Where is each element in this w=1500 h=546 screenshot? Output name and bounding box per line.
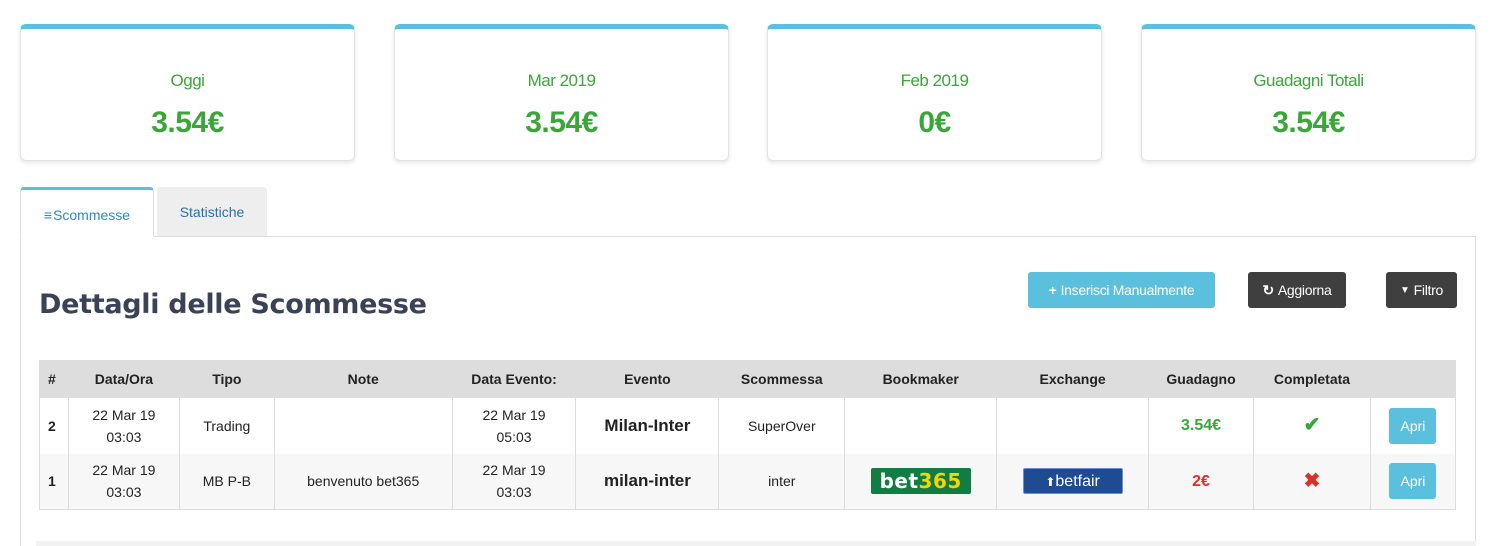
cell-type: Trading (178, 397, 275, 454)
cell-event-date: 22 Mar 19 03:03 (451, 453, 576, 510)
stat-card-month: Mar 2019 3.54€ (394, 24, 729, 161)
cell-datetime: 22 Mar 19 03:03 (67, 453, 180, 510)
tab-scommesse[interactable]: ≡ Scommesse (20, 187, 154, 237)
cell-event: milan-inter (575, 453, 719, 510)
stat-value: 3.54€ (525, 106, 598, 139)
table-row: 1 22 Mar 19 03:03 MB P-B benvenuto bet36… (39, 453, 1456, 510)
col-header-actions (1370, 360, 1456, 398)
stat-value: 3.54€ (1272, 106, 1345, 139)
cell-event-date: 22 Mar 19 05:03 (451, 397, 576, 454)
cell-actions: Apri (1369, 397, 1456, 454)
cell-datetime: 22 Mar 19 03:03 (67, 397, 180, 454)
filter-button[interactable]: ▼ Filtro (1386, 272, 1457, 308)
bets-panel: Dettagli delle Scommesse + Inserisci Man… (20, 236, 1476, 546)
open-button[interactable]: Apri (1389, 463, 1437, 500)
col-header-bookmaker: Bookmaker (844, 360, 997, 398)
cell-type: MB P-B (178, 453, 275, 510)
page-title: Dettagli delle Scommesse (39, 289, 427, 320)
button-label: Filtro (1413, 282, 1444, 298)
col-header-datetime: Data/Ora (68, 360, 180, 398)
stat-label: Oggi (170, 71, 205, 90)
date-text: 22 Mar 19 (482, 406, 546, 423)
cell-exchange: ⬆betfair (996, 453, 1149, 510)
tab-label: Scommesse (53, 207, 131, 223)
cell-id: 2 (39, 397, 69, 454)
cell-completed: ✖ (1253, 453, 1371, 510)
insert-manually-button[interactable]: + Inserisci Manualmente (1028, 272, 1215, 308)
bet365-logo: bet365 (870, 468, 971, 495)
col-header-exchange: Exchange (996, 360, 1149, 398)
cell-event: Milan-Inter (575, 397, 719, 454)
cell-bet: inter (718, 453, 845, 510)
stat-value: 0€ (918, 106, 951, 139)
open-button[interactable]: Apri (1389, 407, 1437, 444)
filter-icon: ▼ (1400, 284, 1410, 296)
date-text: 22 Mar 19 (482, 462, 546, 479)
cell-gain: 3.54€ (1148, 397, 1254, 454)
col-header-gain: Guadagno (1148, 360, 1254, 398)
gain-value: 3.54€ (1181, 417, 1222, 434)
bets-table: # Data/Ora Tipo Note Data Evento: Evento… (39, 360, 1456, 510)
cell-bookmaker (844, 397, 997, 454)
time-text: 03:03 (106, 484, 142, 501)
tab-statistiche[interactable]: Statistiche (157, 187, 267, 237)
stat-label: Guadagni Totali (1253, 71, 1364, 90)
time-text: 03:03 (496, 484, 532, 501)
betfair-logo: ⬆betfair (1022, 468, 1123, 495)
col-header-id: # (39, 360, 69, 398)
divider (36, 541, 1476, 546)
date-text: 22 Mar 19 (92, 406, 156, 423)
time-text: 05:03 (496, 428, 532, 445)
col-header-type: Tipo (179, 360, 275, 398)
cell-bet: SuperOver (718, 397, 845, 454)
cell-id: 1 (39, 453, 69, 510)
list-icon: ≡ (43, 207, 53, 223)
cell-completed: ✔ (1253, 397, 1371, 454)
refresh-icon: ↻ (1262, 281, 1274, 298)
col-header-event-date: Data Evento: (452, 360, 576, 398)
stat-card-prev-month: Feb 2019 0€ (767, 24, 1102, 161)
table-row: 2 22 Mar 19 03:03 Trading 22 Mar 19 05:0… (39, 397, 1456, 454)
cell-exchange (996, 397, 1149, 454)
plus-icon: + (1048, 282, 1057, 298)
cell-gain: 2€ (1148, 453, 1254, 510)
cell-note: benvenuto bet365 (273, 453, 453, 510)
time-text: 03:03 (106, 428, 142, 445)
gain-value: 2€ (1192, 472, 1210, 490)
stat-label: Feb 2019 (900, 71, 969, 90)
cell-bookmaker: bet365 (844, 453, 997, 510)
stat-card-today: Oggi 3.54€ (20, 24, 355, 161)
stat-label: Mar 2019 (527, 71, 596, 90)
refresh-button[interactable]: ↻ Aggiorna (1248, 272, 1346, 308)
cell-actions: Apri (1369, 453, 1456, 510)
button-label: Inserisci Manualmente (1060, 282, 1195, 298)
stat-card-total: Guadagni Totali 3.54€ (1141, 24, 1476, 161)
col-header-event: Evento (575, 360, 719, 398)
cross-icon: ✖ (1303, 469, 1321, 492)
col-header-completed: Completata (1253, 360, 1371, 398)
date-text: 22 Mar 19 (92, 462, 156, 479)
stat-value: 3.54€ (151, 106, 224, 139)
table-header-row: # Data/Ora Tipo Note Data Evento: Evento… (39, 360, 1456, 398)
button-label: Aggiorna (1277, 282, 1332, 298)
check-icon: ✔ (1303, 414, 1321, 436)
col-header-bet: Scommessa (718, 360, 845, 398)
stats-cards: Oggi 3.54€ Mar 2019 3.54€ Feb 2019 0€ Gu… (20, 24, 1476, 161)
tab-label: Statistiche (179, 204, 245, 220)
col-header-note: Note (274, 360, 453, 398)
cell-note (273, 397, 453, 454)
